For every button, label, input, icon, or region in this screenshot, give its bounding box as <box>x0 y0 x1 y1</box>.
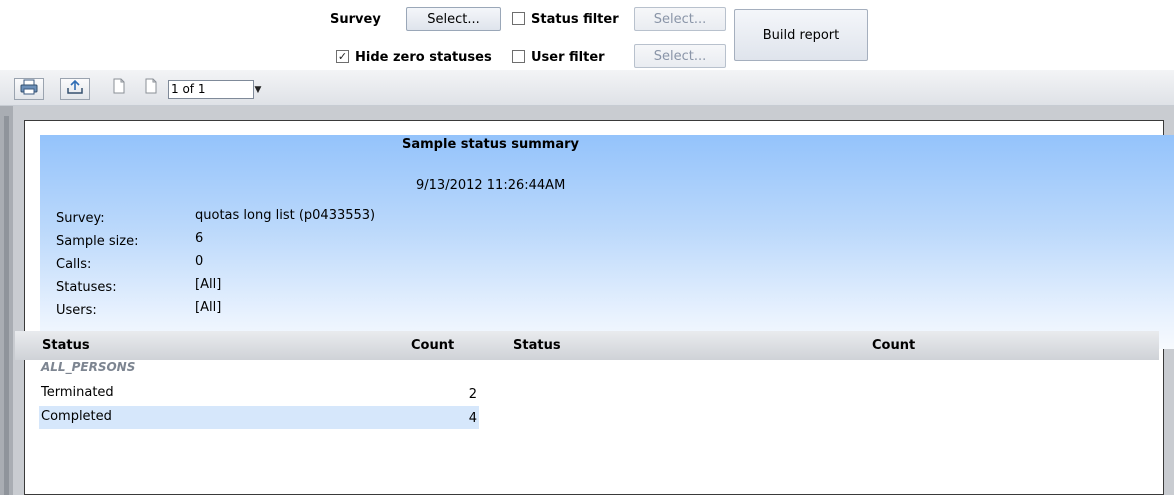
row-status: Terminated <box>41 385 114 400</box>
row-status: Completed <box>41 409 112 424</box>
build-report-button[interactable]: Build report <box>734 9 868 61</box>
page-selector[interactable]: 1 of 1 <box>168 80 254 99</box>
meta-label-sample-size: Sample size: <box>56 234 139 249</box>
hide-zero-label: Hide zero statuses <box>355 50 492 65</box>
meta-label-users: Users: <box>56 303 97 318</box>
user-filter-select-button[interactable]: Select... <box>634 44 726 68</box>
report-timestamp: 9/13/2012 11:26:44AM <box>416 178 566 193</box>
user-filter-label: User filter <box>531 50 605 65</box>
printer-icon <box>20 79 38 99</box>
hide-zero-checkbox[interactable]: ✓ <box>336 50 349 63</box>
column-header-status: Status <box>42 338 90 353</box>
survey-label: Survey <box>330 12 381 27</box>
status-filter-label: Status filter <box>531 12 619 27</box>
frame-scrollbar[interactable] <box>0 106 13 495</box>
column-header-count-2: Count <box>872 338 916 353</box>
report-frame <box>0 106 1174 495</box>
status-filter-checkbox[interactable] <box>512 12 525 25</box>
meta-label-survey: Survey: <box>56 211 105 226</box>
export-button[interactable] <box>60 78 90 100</box>
filter-bar: Survey Select... Status filter Select...… <box>0 0 1174 70</box>
print-button[interactable] <box>14 78 44 100</box>
status-filter-select-button[interactable]: Select... <box>634 7 726 31</box>
row-count: 2 <box>468 387 477 402</box>
group-label: ALL_PERSONS <box>41 360 136 374</box>
table-row[interactable]: Terminated 2 <box>39 382 479 405</box>
chevron-down-icon[interactable]: ▼ <box>250 80 266 99</box>
meta-value-survey: quotas long list (p0433553) <box>195 208 376 223</box>
table-header: Status Count Status Count <box>15 331 1159 360</box>
meta-value-statuses: [All] <box>195 277 222 292</box>
previous-page-button[interactable] <box>110 78 128 98</box>
row-count: 4 <box>468 411 477 426</box>
page-forward-icon <box>143 78 159 98</box>
column-header-status-2: Status <box>513 338 561 353</box>
user-filter-checkbox[interactable] <box>512 50 525 63</box>
meta-label-calls: Calls: <box>56 257 92 272</box>
meta-value-calls: 0 <box>195 254 204 269</box>
scroll-thumb[interactable] <box>4 116 9 495</box>
report-title: Sample status summary <box>402 137 579 152</box>
column-header-count: Count <box>411 338 455 353</box>
table-row[interactable]: Completed 4 <box>39 406 479 429</box>
next-page-button[interactable] <box>142 78 160 98</box>
meta-label-statuses: Statuses: <box>56 280 117 295</box>
viewer-toolbar: 1 of 1 ▼ <box>0 70 1174 106</box>
page-back-icon <box>111 78 127 98</box>
survey-select-button[interactable]: Select... <box>406 7 501 31</box>
meta-value-users: [All] <box>195 300 222 315</box>
export-icon <box>66 79 84 99</box>
report-header <box>40 135 1174 349</box>
meta-value-sample-size: 6 <box>195 231 204 246</box>
